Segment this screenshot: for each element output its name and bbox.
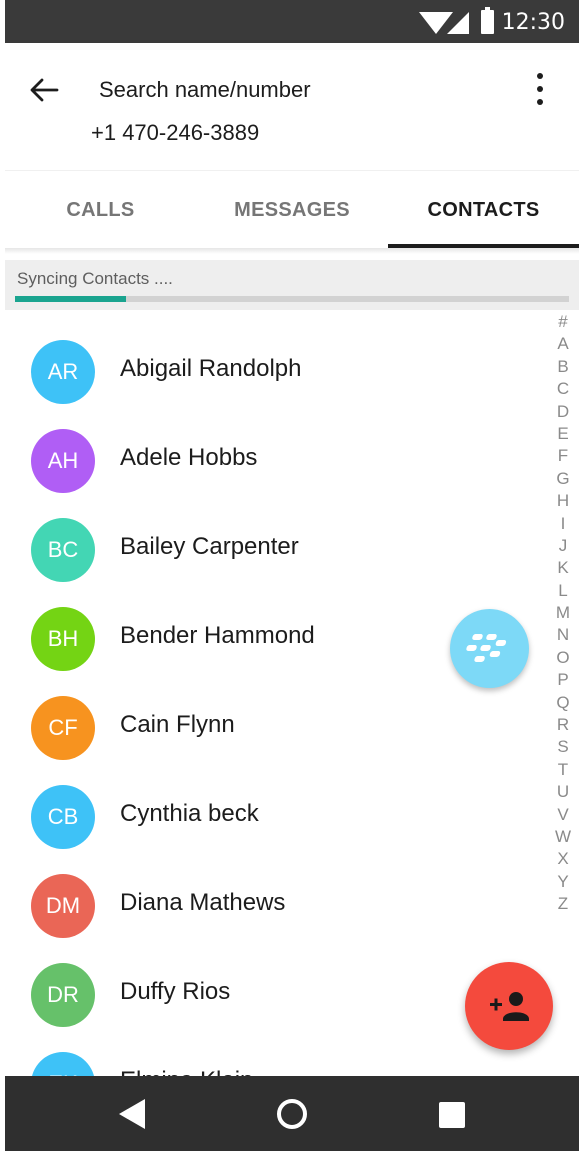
status-bar: 12:30 — [5, 0, 579, 43]
contact-name: Abigail Randolph — [120, 355, 302, 382]
avatar: CF — [31, 696, 95, 760]
alphabet-index-letter[interactable]: U — [551, 781, 575, 803]
more-vert-icon[interactable] — [529, 73, 551, 107]
tab-shadow — [5, 248, 579, 254]
contact-name: Cain Flynn — [120, 711, 235, 738]
alphabet-index-letter[interactable]: T — [551, 759, 575, 781]
alphabet-index-letter[interactable]: F — [551, 445, 575, 467]
alphabet-index-letter[interactable]: H — [551, 490, 575, 512]
contact-name: Cynthia beck — [120, 800, 259, 827]
alphabet-index-letter[interactable]: D — [551, 401, 575, 423]
alphabet-index-letter[interactable]: J — [551, 535, 575, 557]
alphabet-index-letter[interactable]: A — [551, 333, 575, 355]
alphabet-index-letter[interactable]: Q — [551, 692, 575, 714]
contact-name: Bailey Carpenter — [120, 533, 299, 560]
avatar: AR — [31, 340, 95, 404]
alphabet-index-letter[interactable]: G — [551, 468, 575, 490]
alphabet-index-letter[interactable]: O — [551, 647, 575, 669]
contact-row[interactable]: CB Cynthia beck — [5, 770, 545, 859]
blackberry-icon — [466, 634, 507, 662]
avatar: AH — [31, 429, 95, 493]
alphabet-index-letter[interactable]: S — [551, 736, 575, 758]
navigation-bar — [5, 1076, 579, 1151]
contact-name: Duffy Rios — [120, 978, 231, 1005]
avatar: BH — [31, 607, 95, 671]
alphabet-index-letter[interactable]: # — [551, 311, 575, 333]
alphabet-index[interactable]: # A B C D E F G H I J K L M N O P Q R S T U V W X Y Z — [551, 311, 575, 916]
sync-banner: Syncing Contacts .... — [5, 260, 579, 310]
header: +1 470-246-3889 — [5, 43, 579, 170]
contact-name: Diana Mathews — [120, 889, 286, 916]
blackberry-button[interactable] — [450, 609, 529, 688]
contact-row[interactable]: BC Bailey Carpenter — [5, 503, 545, 592]
sync-progress-bar — [15, 296, 569, 302]
tab-contacts[interactable]: CONTACTS — [388, 171, 579, 249]
contact-name: Bender Hammond — [120, 622, 315, 649]
signal-icon — [447, 12, 469, 34]
alphabet-index-letter[interactable]: B — [551, 356, 575, 378]
contact-row[interactable]: EK Elmina Klein — [5, 1037, 545, 1076]
alphabet-index-letter[interactable]: I — [551, 513, 575, 535]
contact-name: Elmina Klein — [120, 1067, 253, 1076]
alphabet-index-letter[interactable]: K — [551, 557, 575, 579]
add-person-icon — [490, 992, 529, 1021]
alphabet-index-letter[interactable]: W — [551, 826, 575, 848]
avatar: BC — [31, 518, 95, 582]
alphabet-index-letter[interactable]: V — [551, 804, 575, 826]
nav-recents-icon[interactable] — [439, 1102, 465, 1128]
alphabet-index-letter[interactable]: M — [551, 602, 575, 624]
contact-row[interactable]: DR Duffy Rios — [5, 948, 545, 1037]
alphabet-index-letter[interactable]: C — [551, 378, 575, 400]
contact-row[interactable]: DM Diana Mathews — [5, 859, 545, 948]
avatar: EK — [31, 1052, 95, 1076]
contact-name: Adele Hobbs — [120, 444, 258, 471]
tab-calls[interactable]: CALLS — [5, 171, 196, 249]
search-input[interactable] — [99, 77, 439, 103]
app-frame: 12:30 +1 470-246-3889 CALLS MESSAGES CON… — [5, 0, 579, 1151]
nav-home-icon[interactable] — [277, 1099, 307, 1129]
nav-back-icon[interactable] — [119, 1099, 145, 1129]
contact-row[interactable]: AH Adele Hobbs — [5, 414, 545, 503]
contact-row[interactable]: AR Abigail Randolph — [5, 325, 545, 414]
sync-label: Syncing Contacts .... — [17, 269, 173, 288]
alphabet-index-letter[interactable]: E — [551, 423, 575, 445]
tab-bar: CALLS MESSAGES CONTACTS — [5, 170, 579, 248]
add-contact-button[interactable] — [465, 962, 553, 1050]
tab-messages[interactable]: MESSAGES — [196, 171, 388, 249]
avatar: CB — [31, 785, 95, 849]
avatar: DM — [31, 874, 95, 938]
sync-progress-fill — [15, 296, 126, 302]
alphabet-index-letter[interactable]: Y — [551, 871, 575, 893]
alphabet-index-letter[interactable]: X — [551, 848, 575, 870]
alphabet-index-letter[interactable]: Z — [551, 893, 575, 915]
battery-icon — [481, 7, 494, 34]
alphabet-index-letter[interactable]: P — [551, 669, 575, 691]
contact-row[interactable]: CF Cain Flynn — [5, 681, 545, 770]
alphabet-index-letter[interactable]: R — [551, 714, 575, 736]
phone-number: +1 470-246-3889 — [91, 120, 260, 145]
arrow-back-icon[interactable] — [29, 75, 59, 105]
alphabet-index-letter[interactable]: N — [551, 624, 575, 646]
alphabet-index-letter[interactable]: L — [551, 580, 575, 602]
status-time: 12:30 — [501, 10, 565, 35]
avatar: DR — [31, 963, 95, 1027]
